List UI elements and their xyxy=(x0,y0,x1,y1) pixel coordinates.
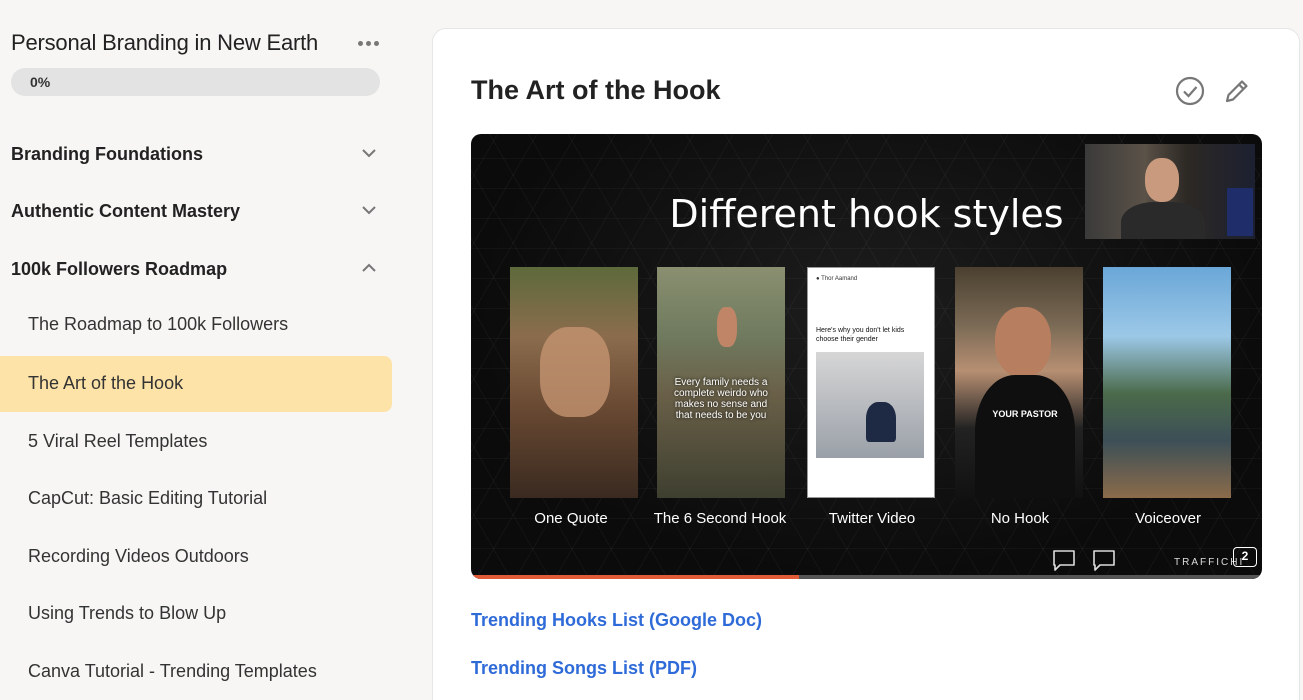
chevron-up-icon xyxy=(362,263,376,272)
section-label: Authentic Content Mastery xyxy=(11,201,241,221)
thumbnail-label: The 6 Second Hook xyxy=(653,510,787,527)
presenter-webcam xyxy=(1085,144,1255,239)
thumbnail-caption: Every family needs a complete weirdo who… xyxy=(674,377,768,421)
progress-percent: 0% xyxy=(30,74,51,90)
lesson-label: The Art of the Hook xyxy=(28,373,184,393)
thumbnail-voiceover xyxy=(1103,267,1231,498)
section-label: Branding Foundations xyxy=(11,144,203,164)
thumbnail-no-hook: YOUR PASTOR xyxy=(955,267,1083,498)
section-100k-followers-roadmap[interactable]: 100k Followers Roadmap xyxy=(11,255,391,285)
thumbnail-6-second-hook: Every family needs a complete weirdo who… xyxy=(657,267,785,498)
sidebar: Personal Branding in New Earth 0% Brandi… xyxy=(0,0,410,700)
lesson-item-active[interactable]: The Art of the Hook xyxy=(0,356,392,412)
lesson-item[interactable]: Canva Tutorial - Trending Templates xyxy=(0,644,392,700)
lesson-item[interactable]: CapCut: Basic Editing Tutorial xyxy=(0,471,392,527)
section-branding-foundations[interactable]: Branding Foundations xyxy=(11,140,391,170)
lesson-item[interactable]: Using Trends to Blow Up xyxy=(0,586,392,642)
section-authentic-content-mastery[interactable]: Authentic Content Mastery xyxy=(11,197,391,227)
thumbnail-one-quote xyxy=(510,267,638,498)
lesson-item[interactable]: The Roadmap to 100k Followers xyxy=(0,297,392,353)
brand-badge: 2 xyxy=(1233,547,1257,567)
pencil-icon[interactable] xyxy=(1222,76,1252,106)
more-options-icon[interactable] xyxy=(356,32,382,54)
tweet-image xyxy=(816,352,924,458)
lesson-label: Recording Videos Outdoors xyxy=(28,546,249,566)
video-player[interactable]: Different hook styles Every family needs… xyxy=(471,134,1262,579)
tweet-text: Here's why you don't let kids choose the… xyxy=(816,327,905,343)
thumbnail-label: No Hook xyxy=(990,510,1050,527)
course-title: Personal Branding in New Earth xyxy=(11,30,319,55)
lesson-label: The Roadmap to 100k Followers xyxy=(28,314,289,334)
thumbnail-twitter-video: ● Thor Aamand Here's why you don't let k… xyxy=(807,267,935,498)
video-seek-bar[interactable] xyxy=(471,575,1262,579)
lesson-label: Canva Tutorial - Trending Templates xyxy=(28,661,317,681)
page-title: The Art of the Hook xyxy=(471,75,721,105)
comment-icon xyxy=(1093,550,1115,571)
seek-progress xyxy=(471,575,800,579)
lesson-item[interactable]: Recording Videos Outdoors xyxy=(0,529,392,585)
section-label: 100k Followers Roadmap xyxy=(11,259,228,279)
chevron-down-icon xyxy=(362,149,376,158)
lesson-item[interactable]: 5 Viral Reel Templates xyxy=(0,414,392,470)
check-circle-icon[interactable] xyxy=(1174,75,1206,107)
chevron-down-icon xyxy=(362,206,376,215)
thumbnail-label: Voiceover xyxy=(1135,510,1201,527)
thumbnail-label: Twitter Video xyxy=(828,510,916,527)
lesson-label: CapCut: Basic Editing Tutorial xyxy=(28,488,268,508)
resource-link-songs[interactable]: Trending Songs List (PDF) xyxy=(471,658,697,679)
shirt-text: YOUR PASTOR xyxy=(992,409,1058,419)
lesson-content-card: The Art of the Hook Different hook style… xyxy=(432,28,1300,700)
comment-icon xyxy=(1053,550,1075,571)
lesson-label: 5 Viral Reel Templates xyxy=(28,431,208,451)
course-progress-bar: 0% xyxy=(11,68,380,96)
thumbnail-label: One Quote xyxy=(534,510,608,527)
tweet-header: ● Thor Aamand xyxy=(816,276,858,282)
resource-link-hooks[interactable]: Trending Hooks List (Google Doc) xyxy=(471,610,762,631)
lesson-label: Using Trends to Blow Up xyxy=(28,603,227,623)
